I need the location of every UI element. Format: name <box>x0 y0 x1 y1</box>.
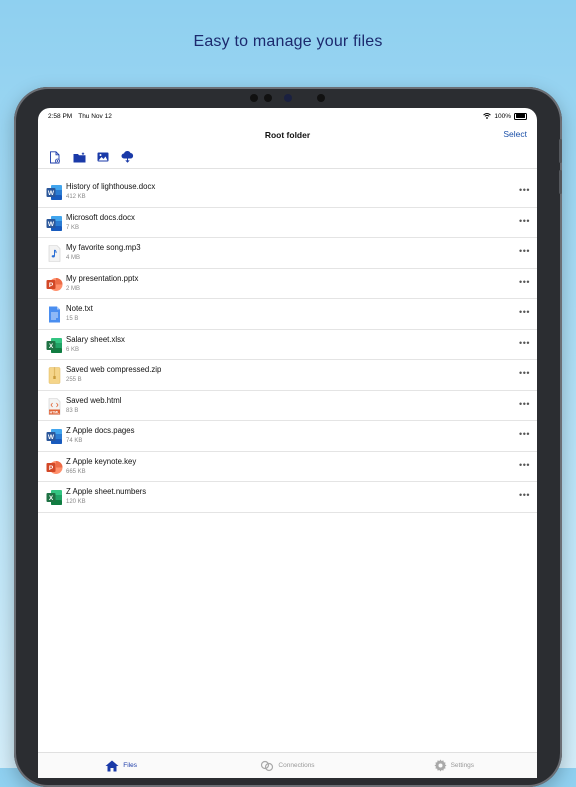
zip-icon <box>46 367 63 384</box>
file-size: 6 KB <box>66 346 80 353</box>
more-options-icon[interactable]: ••• <box>519 216 530 226</box>
file-row[interactable]: X Salary sheet.xlsx 6 KB ••• <box>38 330 537 360</box>
file-row[interactable]: My favorite song.mp3 4 MB ••• <box>38 238 537 269</box>
file-size: 2 MB <box>66 285 81 292</box>
sensor-icon <box>317 94 325 102</box>
tab-bar: Files Connections Settings <box>38 752 537 778</box>
file-name: My presentation.pptx <box>66 273 139 283</box>
file-name: Z Apple sheet.numbers <box>66 487 147 496</box>
file-size: 74 KB <box>66 438 83 444</box>
sensor-icon <box>264 94 272 102</box>
file-size: 83 B <box>66 407 79 414</box>
file-row[interactable]: W Z Apple docs.pages 74 KB ••• <box>38 421 537 452</box>
gear-icon <box>434 759 447 772</box>
more-options-icon[interactable]: ••• <box>519 338 530 348</box>
file-name: Microsoft docs.docx <box>66 212 135 222</box>
wifi-icon <box>483 113 492 119</box>
file-row[interactable]: P My presentation.pptx 2 MB ••• <box>38 269 537 299</box>
navigation-bar: Root folder Select <box>38 124 537 146</box>
file-row[interactable]: W History of lighthouse.docx 412 KB ••• <box>38 177 537 208</box>
file-name: Note.txt <box>66 304 93 313</box>
file-name: Saved web.html <box>66 395 122 405</box>
more-options-icon[interactable]: ••• <box>519 307 530 317</box>
svg-text:HTML: HTML <box>50 410 61 414</box>
file-name: Z Apple keynote.key <box>66 456 137 466</box>
more-options-icon[interactable]: ••• <box>519 429 530 439</box>
link-icon <box>261 760 274 771</box>
more-options-icon[interactable]: ••• <box>519 277 530 287</box>
more-options-icon[interactable]: ••• <box>519 460 530 470</box>
sensor-icon <box>250 94 258 102</box>
file-size: 412 KB <box>66 194 86 200</box>
file-row[interactable]: P Z Apple keynote.key 665 KB ••• <box>38 452 537 482</box>
battery-percent: 100% <box>494 112 511 120</box>
file-name: Salary sheet.xlsx <box>66 334 125 344</box>
tab-connections[interactable]: Connections <box>204 753 370 778</box>
file-row[interactable]: HTML Saved web.html 83 B ••• <box>38 391 537 421</box>
more-options-icon[interactable]: ••• <box>519 246 530 256</box>
select-button[interactable]: Select <box>503 129 527 139</box>
word-icon: W <box>46 215 63 232</box>
toolbar <box>38 146 537 169</box>
svg-text:W: W <box>48 434 55 441</box>
file-row[interactable]: W Microsoft docs.docx 7 KB ••• <box>38 208 537 238</box>
new-file-icon[interactable] <box>48 150 62 164</box>
powerpoint-icon: P <box>46 276 63 293</box>
svg-text:X: X <box>49 343 54 350</box>
volume-button <box>559 139 562 163</box>
svg-text:W: W <box>48 190 55 197</box>
file-row[interactable]: Saved web compressed.zip 255 B ••• <box>38 360 537 391</box>
audio-icon <box>46 245 63 262</box>
status-bar: 2:58 PM Thu Nov 12 100% <box>38 108 537 124</box>
file-size: 7 KB <box>66 224 80 231</box>
status-time: 2:58 PM <box>48 112 73 120</box>
file-name: Z Apple docs.pages <box>66 426 135 435</box>
status-date: Thu Nov 12 <box>78 112 112 120</box>
html-icon: HTML <box>46 397 63 415</box>
text-icon <box>46 306 63 323</box>
tab-settings[interactable]: Settings <box>371 753 537 778</box>
app-screen: 2:58 PM Thu Nov 12 100% Root folder Sele… <box>38 108 537 778</box>
home-icon <box>105 760 119 771</box>
file-size: 4 MB <box>66 255 81 261</box>
file-row[interactable]: Note.txt 15 B ••• <box>38 299 537 330</box>
more-options-icon[interactable]: ••• <box>519 185 530 195</box>
file-size: 15 B <box>66 316 79 322</box>
word-icon: W <box>46 184 63 201</box>
excel-icon: X <box>46 337 63 354</box>
new-folder-icon[interactable] <box>72 150 86 164</box>
camera-icon <box>284 94 292 102</box>
battery-icon <box>514 112 527 120</box>
more-options-icon[interactable]: ••• <box>519 399 530 409</box>
svg-text:X: X <box>49 495 54 502</box>
tab-files[interactable]: Files <box>38 753 204 778</box>
headline: Easy to manage your files <box>193 33 383 50</box>
file-list: W History of lighthouse.docx 412 KB ••• … <box>38 177 537 513</box>
page-title: Root folder <box>264 130 311 140</box>
word-icon: W <box>46 428 63 445</box>
svg-text:P: P <box>49 465 54 472</box>
volume-button <box>559 170 562 194</box>
file-name: History of lighthouse.docx <box>66 182 156 191</box>
more-options-icon[interactable]: ••• <box>519 490 530 500</box>
excel-icon: X <box>46 489 63 506</box>
svg-text:P: P <box>49 282 54 289</box>
more-options-icon[interactable]: ••• <box>519 368 530 378</box>
file-size: 665 KB <box>66 468 86 475</box>
file-row[interactable]: X Z Apple sheet.numbers 120 KB ••• <box>38 482 537 513</box>
powerpoint-icon: P <box>46 459 63 476</box>
file-size: 255 B <box>66 377 82 383</box>
svg-text:W: W <box>48 221 55 228</box>
file-name: My favorite song.mp3 <box>66 243 141 252</box>
file-name: Saved web compressed.zip <box>66 365 162 374</box>
cloud-download-icon[interactable] <box>120 150 134 164</box>
photo-import-icon[interactable] <box>96 150 110 164</box>
file-size: 120 KB <box>66 499 86 505</box>
